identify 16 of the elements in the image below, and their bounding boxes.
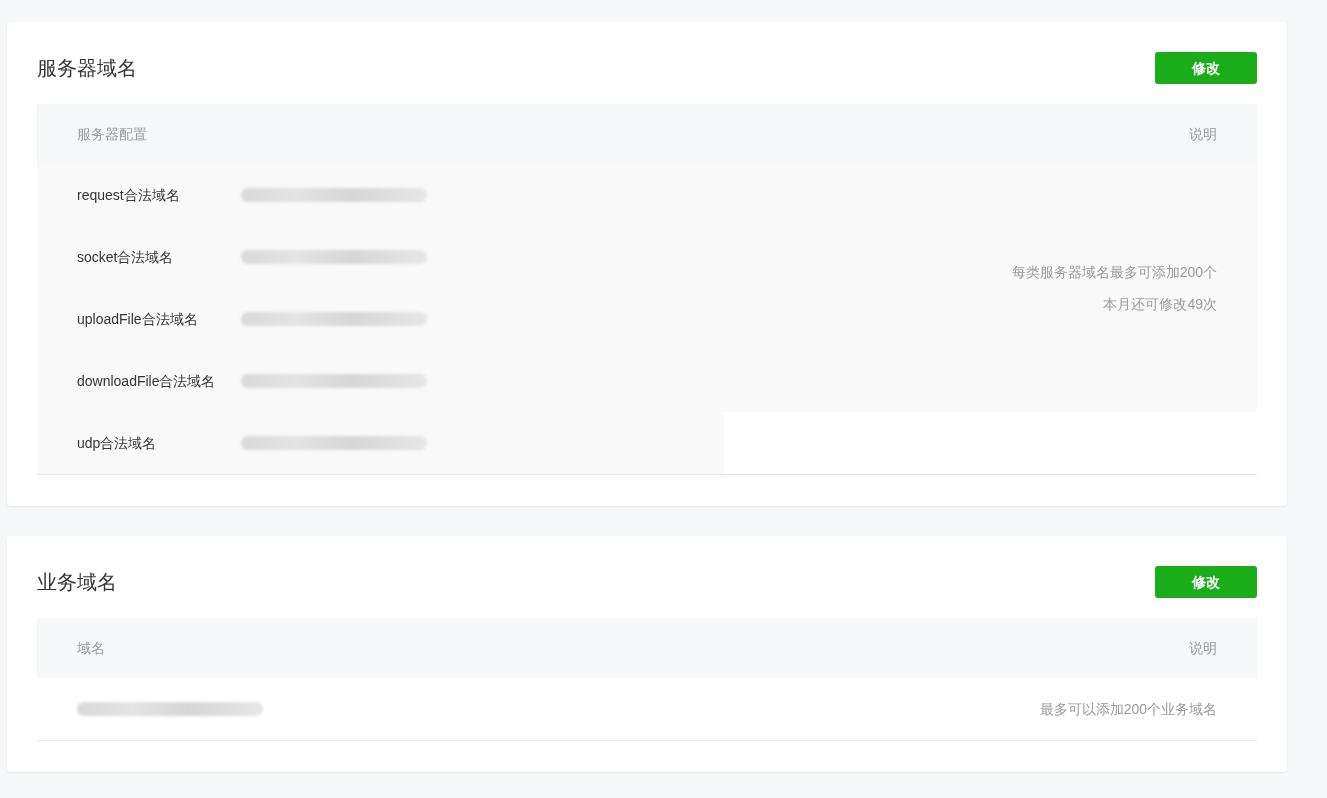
table-cell-text: socket合法域名 xyxy=(77,247,175,267)
section-title: 服务器域名 xyxy=(37,56,137,81)
table-cell-text: downloadFile合法域名 xyxy=(77,371,217,391)
column-header: 说明 xyxy=(1189,638,1217,658)
column-header: 说明 xyxy=(1189,124,1217,144)
section-title: 业务域名 xyxy=(37,570,117,595)
note-text: 本月还可修改49次 xyxy=(1103,295,1217,314)
edit-button[interactable]: 修改 xyxy=(1155,52,1257,84)
note-text: 每类服务器域名最多可添加200个 xyxy=(1011,263,1217,282)
note-text: 最多可以添加200个业务域名 xyxy=(1039,699,1217,719)
column-header: 服务器配置 xyxy=(77,124,147,144)
edit-button[interactable]: 修改 xyxy=(1155,566,1257,598)
table-cell-text: udp合法域名 xyxy=(77,433,158,453)
column-header: 域名 xyxy=(77,638,105,658)
table-cell-text: uploadFile合法域名 xyxy=(77,309,199,329)
table-cell-text: request合法域名 xyxy=(77,185,181,205)
